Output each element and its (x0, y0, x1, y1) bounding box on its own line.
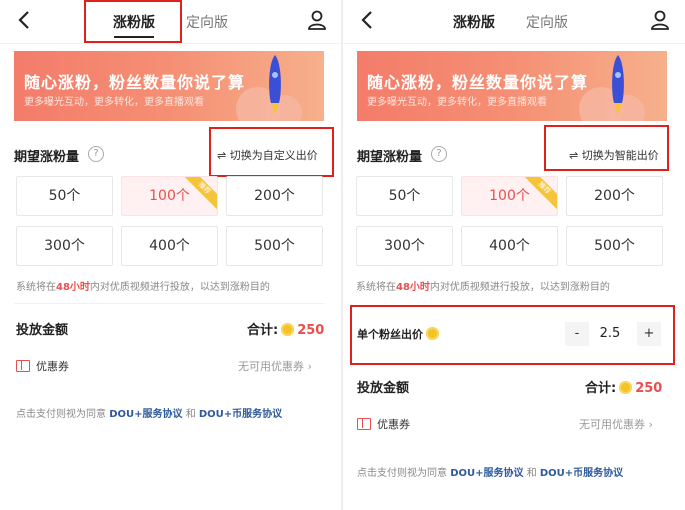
expected-followers-label: 期望涨粉量 (14, 150, 80, 165)
option-300[interactable]: 300个 (356, 226, 453, 266)
option-label: 100个 (489, 188, 530, 204)
promo-banner: 随心涨粉，粉丝数量你说了算 更多曝光互动，更多转化，更多直播观看 (357, 51, 667, 121)
rocket-icon (269, 55, 281, 115)
option-500[interactable]: 500个 (566, 226, 663, 266)
promo-banner: 随心涨粉，粉丝数量你说了算 更多曝光互动，更多转化，更多直播观看 (14, 51, 324, 121)
option-label: 100个 (149, 188, 190, 204)
amount-label: 投放金额 (357, 381, 410, 396)
agreement-text: 点击支付则视为同意 DOU+服务协议 和 DOU+币服务协议 (357, 464, 623, 479)
unit-price-value[interactable]: 2.5 (593, 322, 627, 346)
delivery-note: 系统将在48小时内对优质视频进行投放，以达到涨粉目的 (16, 278, 270, 293)
dou-coin-agreement-link[interactable]: DOU+币服务协议 (199, 409, 282, 420)
highlight-box-tab (84, 0, 182, 43)
total-label: 合计: (247, 323, 279, 338)
user-icon[interactable] (649, 8, 671, 32)
decrease-button[interactable]: - (565, 322, 589, 346)
coupon-label: 优惠券 (377, 418, 410, 431)
note-text: 内对优质视频进行投放，以达到涨粉目的 (89, 282, 270, 293)
tab-targeted[interactable]: 定向版 (526, 12, 568, 32)
back-arrow-icon[interactable] (14, 8, 36, 32)
banner-subtitle: 更多曝光互动，更多转化，更多直播观看 (367, 97, 547, 108)
divider (343, 43, 685, 44)
agreement-prefix: 点击支付则视为同意 (357, 468, 447, 479)
help-icon[interactable]: ? (431, 146, 447, 162)
option-200[interactable]: 200个 (566, 176, 663, 216)
total-label: 合计: (585, 381, 617, 396)
amount-label: 投放金额 (16, 323, 69, 338)
unit-price-text: 单个粉丝出价 (357, 328, 423, 341)
coupon-label: 优惠券 (36, 360, 69, 373)
total-amount: 合计: 250 (585, 377, 662, 396)
rocket-icon (612, 55, 624, 115)
option-300[interactable]: 300个 (16, 226, 113, 266)
option-500[interactable]: 500个 (226, 226, 323, 266)
banner-subtitle: 更多曝光互动，更多转化，更多直播观看 (24, 97, 204, 108)
expected-followers-label: 期望涨粉量 (357, 150, 423, 165)
agreement-prefix: 点击支付则视为同意 (16, 409, 106, 420)
total-value: 250 (635, 381, 663, 396)
option-200[interactable]: 200个 (226, 176, 323, 216)
panel-right-boost-version: 涨粉版 定向版 随心涨粉，粉丝数量你说了算 更多曝光互动，更多转化，更多直播观看… (343, 0, 685, 510)
coupon-value[interactable]: 无可用优惠券 › (238, 358, 312, 374)
tab-boost[interactable]: 涨粉版 (453, 12, 495, 32)
coupon-value[interactable]: 无可用优惠券 › (579, 416, 653, 432)
dou-service-agreement-link[interactable]: DOU+服务协议 (450, 468, 523, 479)
note-text: 系统将在 (16, 282, 56, 293)
help-icon[interactable]: ? (88, 146, 104, 162)
back-arrow-icon[interactable] (357, 8, 379, 32)
total-amount: 合计: 250 (247, 319, 324, 338)
tab-targeted[interactable]: 定向版 (186, 12, 228, 32)
top-bar: 涨粉版 定向版 (343, 0, 685, 42)
dou-coin-agreement-link[interactable]: DOU+币服务协议 (540, 468, 623, 479)
unit-price-label: 单个粉丝出价 (357, 326, 442, 342)
option-100-selected[interactable]: 100个 推荐 (461, 176, 558, 216)
agreement-and: 和 (185, 409, 196, 420)
option-400[interactable]: 400个 (461, 226, 558, 266)
note-highlight: 48小时 (396, 282, 430, 293)
banner-title: 随心涨粉，粉丝数量你说了算 (367, 73, 589, 92)
option-400[interactable]: 400个 (121, 226, 218, 266)
highlight-box-switch (544, 125, 669, 171)
agreement-text: 点击支付则视为同意 DOU+服务协议 和 DOU+币服务协议 (16, 405, 282, 420)
note-text: 系统将在 (356, 282, 396, 293)
coin-icon (619, 381, 633, 394)
user-icon[interactable] (306, 8, 328, 32)
coupon-icon (357, 418, 371, 430)
banner-title: 随心涨粉，粉丝数量你说了算 (24, 73, 246, 92)
note-text: 内对优质视频进行投放，以达到涨粉目的 (429, 282, 610, 293)
note-highlight: 48小时 (56, 282, 90, 293)
divider (14, 303, 324, 304)
option-50[interactable]: 50个 (16, 176, 113, 216)
coin-icon (281, 323, 295, 336)
divider (0, 43, 342, 44)
agreement-and: 和 (526, 468, 537, 479)
increase-button[interactable]: + (637, 322, 661, 346)
coin-icon (426, 327, 439, 340)
panel-left-boost-version: 涨粉版 定向版 随心涨粉，粉丝数量你说了算 更多曝光互动，更多转化，更多直播观看… (0, 0, 342, 510)
delivery-note: 系统将在48小时内对优质视频进行投放，以达到涨粉目的 (356, 278, 610, 293)
dou-service-agreement-link[interactable]: DOU+服务协议 (109, 409, 182, 420)
total-value: 250 (297, 323, 325, 338)
option-50[interactable]: 50个 (356, 176, 453, 216)
option-100-selected[interactable]: 100个 推荐 (121, 176, 218, 216)
highlight-box-switch (209, 127, 334, 177)
coupon-icon (16, 360, 30, 372)
